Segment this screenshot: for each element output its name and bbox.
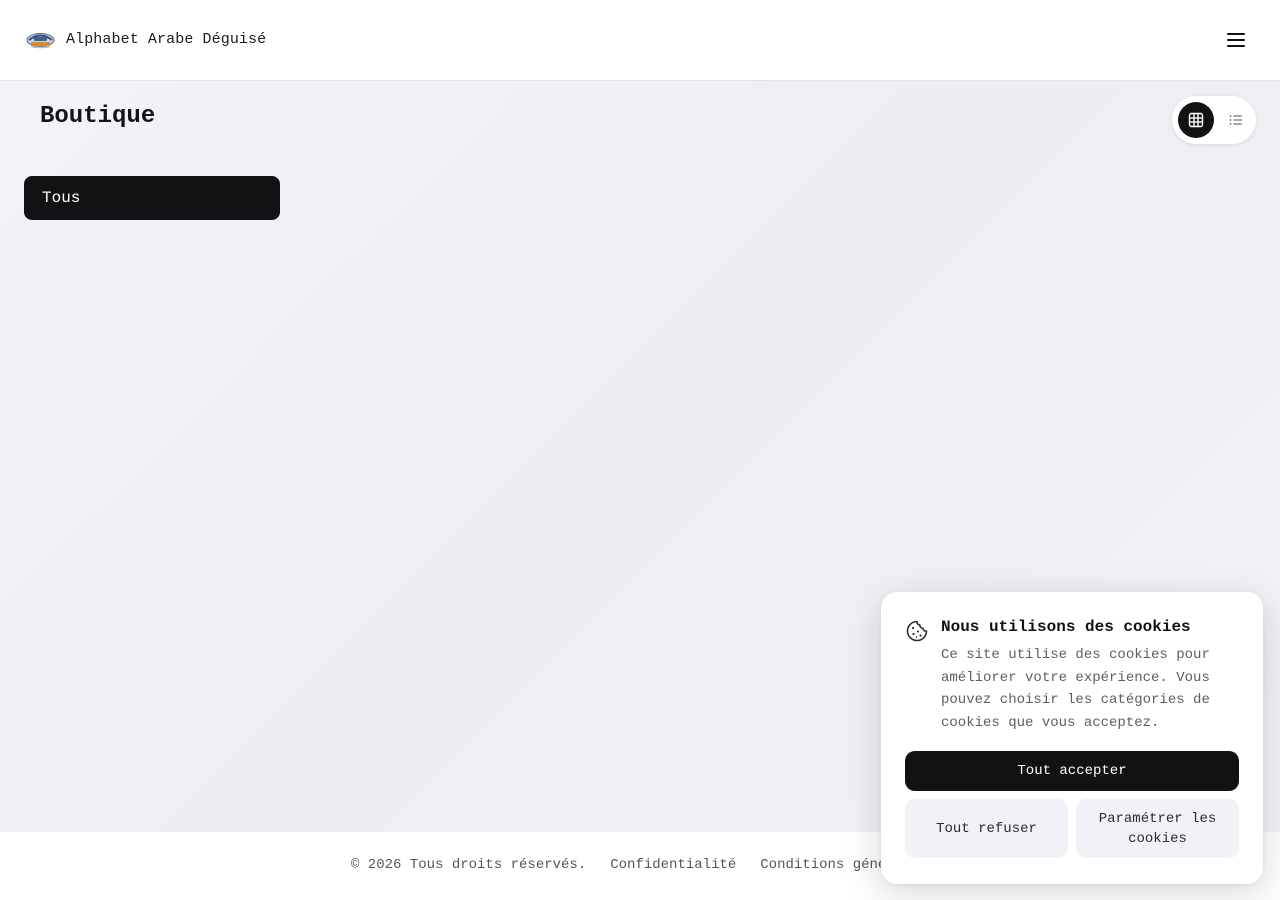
footer-links: © 2026 Tous droits réservés. Confidentia…	[351, 857, 952, 873]
page-title: Boutique	[40, 103, 156, 130]
brand-link[interactable]: Alphabet Arabe Déguisé	[26, 29, 266, 49]
cookie-icon	[905, 619, 929, 643]
brand-logo-icon	[26, 29, 55, 49]
list-view-icon	[1229, 115, 1242, 125]
footer-copyright: © 2026 Tous droits réservés.	[351, 857, 587, 873]
view-toggle	[1172, 96, 1256, 144]
grid-view-button[interactable]	[1178, 102, 1214, 138]
cookie-description: Ce site utilise des cookies pour amélior…	[941, 647, 1210, 732]
brand-name: Alphabet Arabe Déguisé	[66, 30, 267, 48]
grid-view-icon	[1188, 112, 1204, 128]
cookie-title: Nous utilisons des cookies	[941, 618, 1191, 636]
hamburger-menu-icon	[1227, 33, 1245, 47]
cookie-settings-button[interactable]: Paramétrer les cookies	[1076, 799, 1239, 858]
category-item-all[interactable]: Tous	[24, 176, 280, 220]
footer-link-privacy[interactable]: Confidentialité	[610, 857, 736, 873]
site-header: Alphabet Arabe Déguisé	[0, 0, 1280, 81]
refuse-all-button[interactable]: Tout refuser	[905, 799, 1068, 858]
list-view-button[interactable]	[1218, 102, 1254, 138]
menu-button[interactable]	[1222, 26, 1250, 54]
accept-all-button[interactable]: Tout accepter	[905, 751, 1239, 791]
cookie-banner: Nous utilisons des cookies Ce site utili…	[881, 592, 1263, 884]
